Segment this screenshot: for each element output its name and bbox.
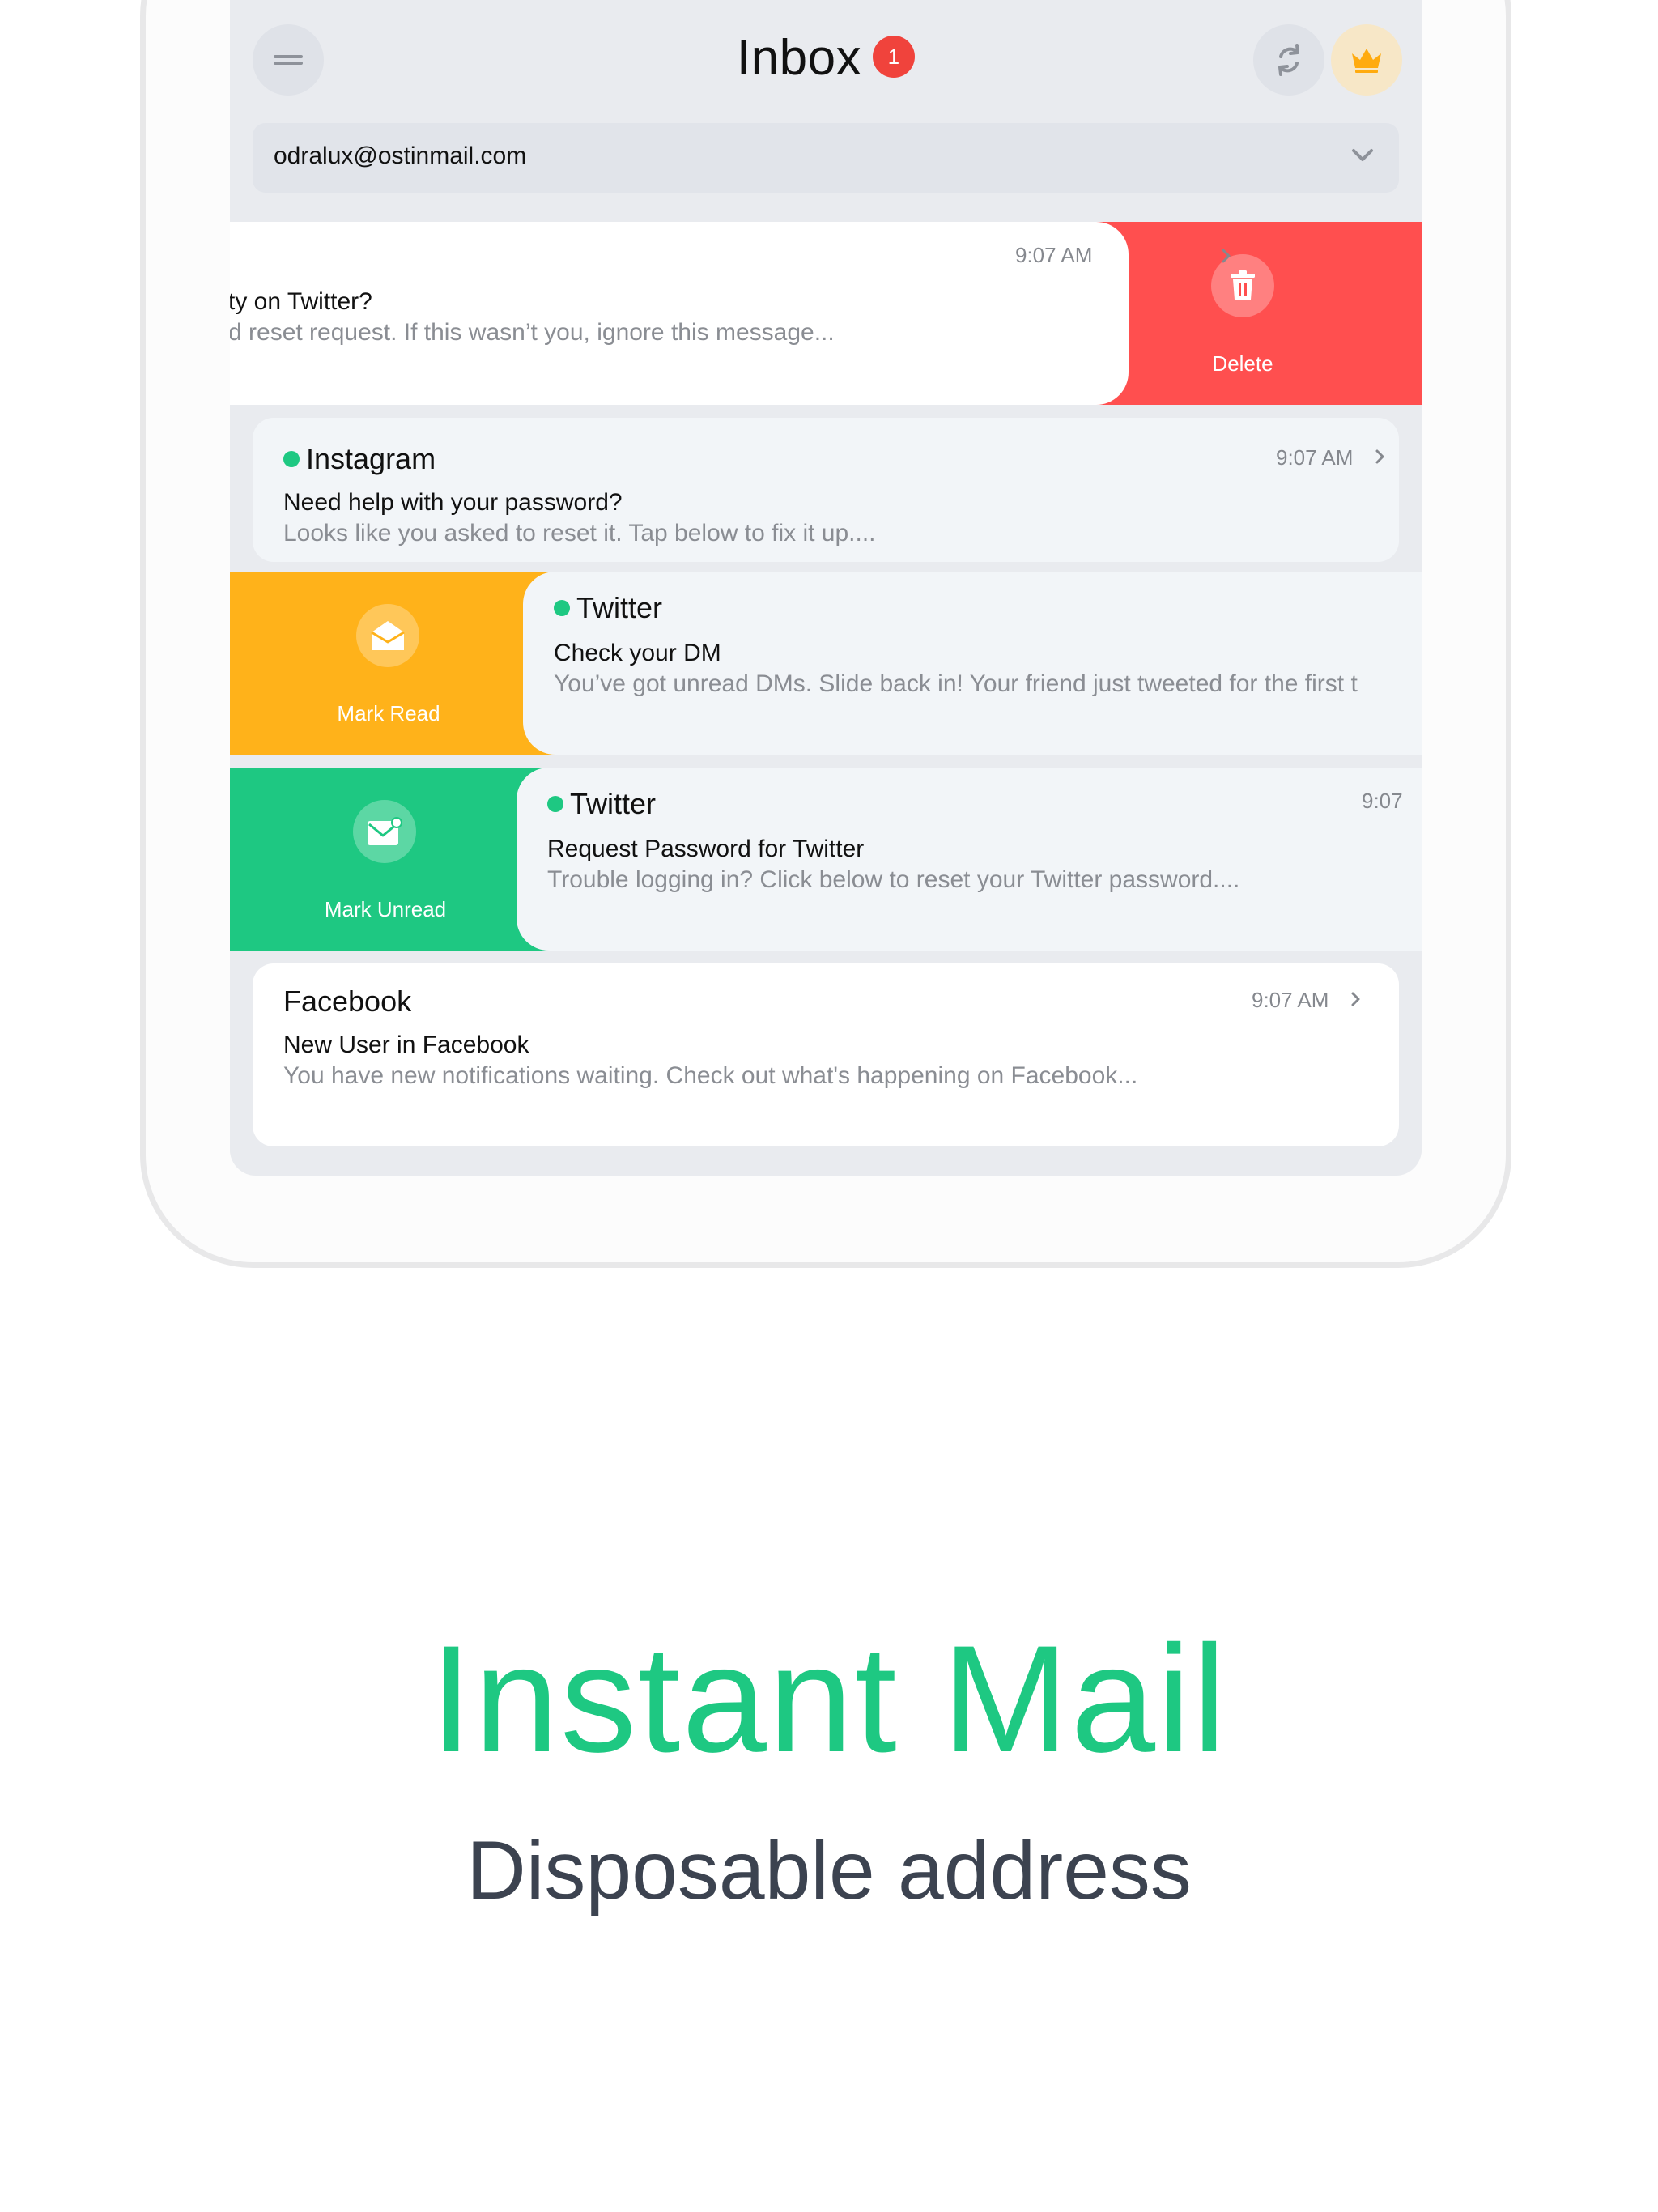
email-card-5[interactable]: Facebook 9:07 AM New User in Facebook Yo…	[253, 963, 1399, 1146]
inbox-app: Inbox 1 odralux@ostinmail.com Delete 9:0…	[230, 0, 1422, 1176]
email-row-3: Mark Read Twitter Check your DM You’ve g…	[230, 572, 1422, 755]
hero-subtitle: Disposable address	[466, 1824, 1192, 1916]
premium-button[interactable]	[1331, 24, 1402, 96]
unread-dot	[547, 796, 563, 812]
mark-read-label: Mark Read	[337, 701, 440, 725]
open-envelope-icon	[371, 621, 405, 650]
email-time: 9:07 AM	[1015, 243, 1093, 267]
email-preview: You’ve got unread DMs. Slide back in! Yo…	[554, 670, 1358, 697]
account-email: odralux@ostinmail.com	[274, 143, 527, 169]
email-row-2: Instagram 9:07 AM Need help with your pa…	[230, 413, 1422, 567]
crown-icon	[1352, 49, 1381, 73]
page-title: Inbox 1	[230, 29, 1422, 87]
unread-dot	[554, 600, 570, 616]
email-sender: Instagram	[283, 442, 436, 476]
email-sender: Twitter	[554, 591, 662, 625]
refresh-icon	[1278, 44, 1299, 76]
email-time: 9:07 AM	[1252, 988, 1329, 1012]
unread-envelope-icon	[368, 817, 402, 845]
email-subject: Need help with your password?	[283, 489, 623, 516]
unread-dot	[283, 451, 300, 467]
email-row-4: Mark Unread Twitter 9:07 Request Passwor…	[230, 768, 1422, 951]
chevron-right-icon	[1375, 449, 1384, 464]
email-subject: ty on Twitter?	[230, 288, 372, 315]
trash-icon	[1231, 270, 1255, 300]
mark-unread-icon-circle	[353, 800, 416, 863]
email-preview: d reset request. If this wasn’t you, ign…	[230, 319, 835, 346]
email-time: 9:07 AM	[1276, 445, 1354, 470]
account-selector[interactable]: odralux@ostinmail.com	[253, 123, 1399, 193]
email-preview: Looks like you asked to reset it. Tap be…	[283, 520, 876, 547]
email-subject: Check your DM	[554, 640, 721, 666]
inbox-title: Inbox	[736, 30, 862, 86]
hero-title: Instant Mail	[430, 1614, 1228, 1784]
email-preview: Trouble logging in? Click below to reset…	[547, 866, 1240, 893]
chevron-right-icon	[1351, 992, 1360, 1006]
email-card-2[interactable]: Instagram 9:07 AM Need help with your pa…	[253, 418, 1399, 562]
mark-read-icon-circle	[356, 604, 419, 667]
chevron-right-icon	[1222, 249, 1231, 263]
refresh-button[interactable]	[1253, 24, 1324, 96]
email-row-5: Facebook 9:07 AM New User in Facebook Yo…	[230, 955, 1422, 1158]
email-card-3[interactable]: Twitter Check your DM You’ve got unread …	[523, 572, 1422, 755]
email-sender: Twitter	[547, 787, 656, 821]
email-preview: You have new notifications waiting. Chec…	[283, 1062, 1138, 1089]
mark-unread-label: Mark Unread	[324, 897, 447, 921]
email-subject: Request Password for Twitter	[547, 836, 865, 862]
email-card-1[interactable]: 9:07 AM ty on Twitter? d reset request. …	[230, 222, 1129, 405]
unread-count-badge: 1	[873, 35, 916, 78]
email-row-1: Delete 9:07 AM ty on Twitter? d reset re…	[230, 222, 1422, 405]
email-sender: Facebook	[283, 985, 412, 1018]
email-time: 9:07	[1362, 789, 1403, 813]
email-subject: New User in Facebook	[283, 1032, 529, 1058]
mark-unread-action[interactable]: Mark Unread	[230, 768, 541, 951]
chevron-down-icon	[1352, 149, 1373, 161]
mark-read-action[interactable]: Mark Read	[230, 572, 547, 755]
email-card-4[interactable]: Twitter 9:07 Request Password for Twitte…	[517, 768, 1422, 951]
